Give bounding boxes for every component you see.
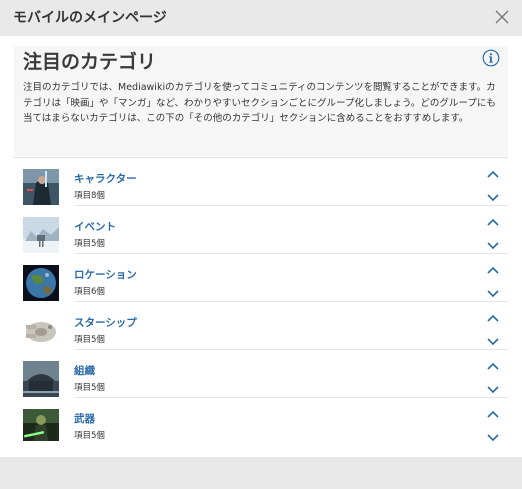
category-count: 項目5個 (74, 239, 105, 249)
category-row: 組織項目5個 (0, 350, 522, 398)
move-down-button[interactable] (486, 337, 500, 347)
close-button[interactable] (494, 9, 510, 25)
chevron-up-icon (487, 410, 499, 418)
category-name[interactable]: 組織 (74, 364, 95, 378)
move-down-button[interactable] (486, 385, 500, 395)
starship-thumb (23, 313, 59, 349)
character-thumb (23, 169, 59, 205)
category-row: スターシップ項目5個 (0, 302, 522, 350)
category-name[interactable]: スターシップ (74, 316, 137, 330)
category-count: 項目8個 (74, 191, 105, 201)
close-icon (495, 10, 509, 24)
category-row: ロケーション項目6個 (0, 254, 522, 302)
chevron-up-icon (487, 362, 499, 370)
category-name[interactable]: 武器 (74, 412, 95, 426)
mobile-main-page-modal: モバイルのメインページ 注目のカテゴリ 注目のカテゴリでは、Mediawikiの… (0, 0, 522, 457)
section-title: 注目のカテゴリ (23, 51, 157, 73)
modal-header: モバイルのメインページ (0, 0, 522, 36)
location-thumb (23, 265, 59, 301)
chevron-down-icon (487, 194, 499, 202)
category-row: 武器項目5個 (0, 398, 522, 441)
move-up-button[interactable] (486, 361, 500, 371)
category-count: 項目6個 (74, 287, 105, 297)
move-down-button[interactable] (486, 241, 500, 251)
info-icon[interactable] (482, 49, 500, 67)
chevron-up-icon (487, 170, 499, 178)
category-name[interactable]: キャラクター (74, 172, 137, 186)
move-up-button[interactable] (486, 265, 500, 275)
organization-thumb (23, 361, 59, 397)
category-count: 項目5個 (74, 383, 105, 393)
chevron-down-icon (487, 338, 499, 346)
featured-categories-section: 注目のカテゴリ 注目のカテゴリでは、Mediawikiのカテゴリを使ってコミュニ… (14, 46, 508, 156)
move-up-button[interactable] (486, 409, 500, 419)
move-up-button[interactable] (486, 169, 500, 179)
category-name[interactable]: ロケーション (74, 268, 137, 282)
chevron-up-icon (487, 314, 499, 322)
move-up-button[interactable] (486, 217, 500, 227)
move-up-button[interactable] (486, 313, 500, 323)
event-thumb (23, 217, 59, 253)
chevron-up-icon (487, 266, 499, 274)
category-row: イベント項目5個 (0, 206, 522, 254)
category-count: 項目5個 (74, 431, 105, 441)
chevron-down-icon (487, 386, 499, 394)
move-down-button[interactable] (486, 193, 500, 203)
category-count: 項目5個 (74, 335, 105, 345)
move-down-button[interactable] (486, 433, 500, 441)
chevron-down-icon (487, 290, 499, 298)
weapon-thumb (23, 409, 59, 441)
section-description: 注目のカテゴリでは、Mediawikiのカテゴリを使ってコミュニティのコンテンツ… (23, 82, 496, 124)
category-list: キャラクター 項目8個 イベント 項目5個 ロケーション 項目6個 スターシップ 項目5個 組織… (0, 158, 522, 441)
category-name[interactable]: イベント (74, 220, 116, 234)
category-row: キャラクター項目8個 (0, 158, 522, 206)
modal-title: モバイルのメインページ (13, 10, 167, 26)
move-down-button[interactable] (486, 289, 500, 299)
chevron-down-icon (487, 434, 499, 441)
chevron-up-icon (487, 218, 499, 226)
chevron-down-icon (487, 242, 499, 250)
